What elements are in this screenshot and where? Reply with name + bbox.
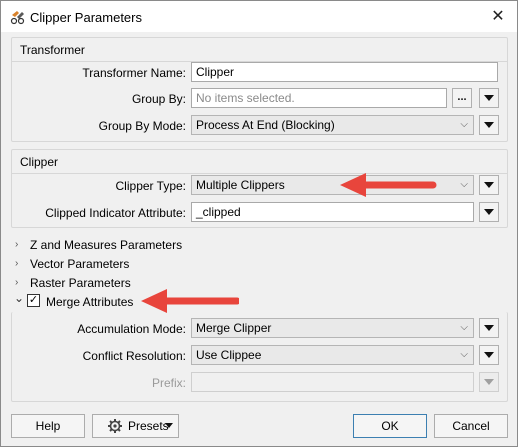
group-by-mode-menu-button[interactable] (479, 115, 499, 135)
close-icon[interactable]: ✕ (487, 7, 509, 27)
dropdown-triangle-icon (484, 95, 494, 101)
chevron-down-icon: ⌵ (460, 349, 468, 360)
merge-attributes-checkbox[interactable]: ✓ (27, 294, 40, 307)
clipper-type-label: Clipper Type: (115, 179, 186, 193)
gear-icon (108, 419, 122, 433)
conflict-resolution-value: Use Clippee (196, 348, 262, 362)
clipper-group-title: Clipper (20, 155, 59, 169)
group-by-mode-label: Group By Mode: (98, 119, 186, 133)
dropdown-triangle-icon (484, 325, 494, 331)
dropdown-triangle-icon (484, 209, 494, 215)
transformer-group-title: Transformer (20, 43, 85, 57)
presets-button[interactable]: Presets (92, 414, 179, 438)
dropdown-triangle-icon (484, 379, 494, 385)
merge-collapse-arrow-icon[interactable]: ⌄ (14, 291, 24, 305)
section-vector[interactable]: › Vector Parameters (15, 256, 215, 274)
presets-button-label: Presets (128, 419, 169, 433)
accumulation-mode-menu-button[interactable] (479, 318, 499, 338)
group-by-ellipsis-button[interactable]: ... (452, 88, 472, 108)
group-by-menu-button[interactable] (479, 88, 499, 108)
dropdown-triangle-icon (165, 423, 173, 428)
group-by-mode-select[interactable]: Process At End (Blocking) ⌵ (191, 115, 474, 135)
chevron-down-icon: ⌵ (460, 179, 468, 190)
accumulation-mode-select[interactable]: Merge Clipper ⌵ (191, 318, 474, 338)
group-by-input[interactable]: No items selected. (191, 88, 447, 108)
merge-attributes-title: Merge Attributes (46, 295, 134, 309)
dropdown-triangle-icon (484, 352, 494, 358)
clipper-transformer-icon (10, 11, 25, 25)
clipper-parameters-dialog: Clipper Parameters ✕ Transformer Transfo… (0, 0, 518, 447)
section-z-and-measures[interactable]: › Z and Measures Parameters (15, 237, 215, 255)
annotation-arrow-merge-attributes (141, 289, 239, 313)
prefix-input (191, 372, 474, 392)
prefix-menu-button (479, 372, 499, 392)
clipper-type-menu-button[interactable] (479, 175, 499, 195)
cancel-button[interactable]: Cancel (434, 414, 508, 438)
clipper-type-value: Multiple Clippers (196, 178, 285, 192)
help-button[interactable]: Help (11, 414, 85, 438)
expand-arrow-icon: › (15, 277, 19, 288)
prefix-label: Prefix: (151, 376, 186, 390)
annotation-arrow-clipper-type (340, 173, 437, 197)
section-label: Vector Parameters (30, 257, 130, 271)
dropdown-triangle-icon (484, 182, 494, 188)
group-by-mode-value: Process At End (Blocking) (196, 118, 335, 132)
clipped-indicator-input[interactable]: _clipped (191, 202, 474, 222)
chevron-down-icon: ⌵ (460, 322, 468, 333)
group-by-label: Group By: (131, 92, 186, 106)
transformer-group-header: Transformer (12, 38, 507, 62)
clipped-indicator-menu-button[interactable] (479, 202, 499, 222)
ok-button[interactable]: OK (353, 414, 427, 438)
accumulation-mode-value: Merge Clipper (196, 321, 272, 335)
expand-arrow-icon: › (15, 258, 19, 269)
clipped-indicator-label: Clipped Indicator Attribute: (45, 206, 186, 220)
transformer-name-input[interactable]: Clipper (191, 62, 498, 82)
chevron-down-icon: ⌵ (460, 119, 468, 130)
section-label: Raster Parameters (30, 276, 131, 290)
accumulation-mode-label: Accumulation Mode: (77, 322, 186, 336)
conflict-resolution-menu-button[interactable] (479, 345, 499, 365)
conflict-resolution-label: Conflict Resolution: (82, 349, 186, 363)
dialog-title: Clipper Parameters (30, 10, 142, 25)
conflict-resolution-select[interactable]: Use Clippee ⌵ (191, 345, 474, 365)
dropdown-triangle-icon (484, 122, 494, 128)
title-bar: Clipper Parameters ✕ (1, 1, 517, 32)
section-label: Z and Measures Parameters (30, 238, 183, 252)
transformer-name-label: Transformer Name: (82, 66, 186, 80)
expand-arrow-icon: › (15, 239, 19, 250)
